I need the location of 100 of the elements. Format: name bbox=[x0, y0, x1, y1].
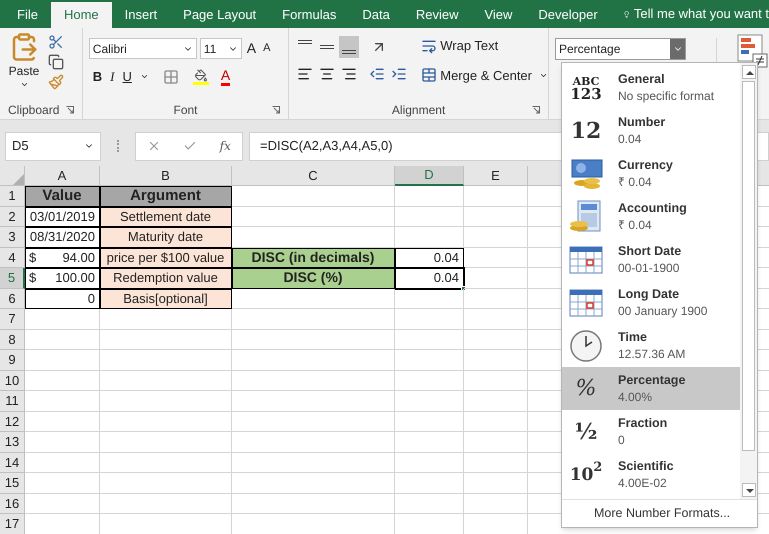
row-header[interactable]: 6 bbox=[0, 288, 25, 309]
name-box[interactable]: D5 bbox=[5, 132, 101, 160]
format-option[interactable]: % Percentage 4.00% bbox=[562, 367, 740, 410]
calendar-icon bbox=[569, 244, 603, 274]
format-example: 12.57.36 AM bbox=[618, 346, 686, 362]
dialog-launcher-icon[interactable] bbox=[272, 106, 280, 114]
increase-indent-icon[interactable] bbox=[391, 66, 408, 82]
row-header[interactable]: 3 bbox=[0, 227, 25, 248]
cut-icon[interactable] bbox=[48, 34, 64, 50]
calendar-icon bbox=[569, 288, 603, 318]
format-name: General bbox=[618, 70, 666, 88]
more-formats-link[interactable]: More Number Formats... bbox=[594, 504, 730, 523]
format-example: 00-01-1900 bbox=[618, 260, 680, 276]
fill-handle[interactable] bbox=[461, 286, 466, 290]
fill-color-icon[interactable] bbox=[192, 68, 209, 85]
bold-button[interactable]: B bbox=[92, 67, 102, 86]
format-name: Time bbox=[618, 328, 648, 346]
row-header[interactable]: 2 bbox=[0, 206, 25, 227]
table-cell: Settlement date bbox=[100, 206, 232, 227]
scroll-down-icon[interactable] bbox=[742, 483, 756, 497]
format-option[interactable]: Short Date 00-01-1900 bbox=[562, 238, 740, 281]
row-header[interactable]: 16 bbox=[0, 494, 25, 514]
borders-icon[interactable] bbox=[162, 68, 179, 85]
shrink-font-button[interactable]: A bbox=[261, 40, 272, 57]
format-option[interactable]: ABC 123 General No specific format bbox=[562, 66, 740, 109]
table-cell bbox=[395, 206, 464, 227]
row-header[interactable]: 9 bbox=[0, 350, 25, 370]
decrease-indent-icon[interactable] bbox=[369, 66, 386, 82]
underline-button[interactable]: U bbox=[122, 67, 132, 86]
row-header[interactable]: 10 bbox=[0, 370, 25, 391]
align-center-icon[interactable] bbox=[319, 66, 336, 82]
row-header[interactable]: 12 bbox=[0, 412, 25, 432]
group-label: Clipboard bbox=[8, 102, 60, 119]
column-header[interactable]: C bbox=[232, 166, 395, 186]
ribbon-tab[interactable]: Home bbox=[50, 2, 112, 28]
ribbon-tab[interactable]: Page Layout bbox=[170, 2, 270, 28]
ribbon-tab[interactable]: View bbox=[471, 2, 526, 28]
row-header[interactable]: 14 bbox=[0, 452, 25, 473]
row-header[interactable]: 1 bbox=[0, 186, 25, 206]
dialog-launcher-icon[interactable] bbox=[532, 106, 540, 114]
abc-123-icon: ABC 123 bbox=[568, 70, 604, 106]
row-header[interactable]: 11 bbox=[0, 391, 25, 412]
format-example: 00 January 1900 bbox=[618, 302, 708, 320]
row-header[interactable]: 15 bbox=[0, 473, 25, 494]
row-header[interactable]: 17 bbox=[0, 514, 25, 534]
table-cell bbox=[395, 370, 464, 391]
column-header[interactable]: D bbox=[395, 166, 464, 186]
align-left-icon[interactable] bbox=[297, 66, 314, 82]
row-header[interactable]: 8 bbox=[0, 330, 25, 350]
ribbon-tab[interactable]: File bbox=[4, 2, 51, 28]
table-cell: 0.04 bbox=[395, 248, 464, 268]
table-cell: Value bbox=[25, 186, 100, 206]
column-header[interactable]: E bbox=[464, 166, 528, 186]
scroll-up-icon[interactable] bbox=[742, 65, 756, 79]
ribbon-tab[interactable]: Formulas bbox=[269, 2, 350, 28]
format-option[interactable]: Time 12.57.36 AM bbox=[562, 324, 740, 367]
format-option[interactable]: 10$^{2}$ Scientific 4.00E-02 bbox=[562, 453, 740, 496]
exponent-icon: 10$^{2}$ bbox=[568, 456, 604, 492]
font-color-button[interactable]: A bbox=[220, 68, 230, 86]
vertical-align-button[interactable] bbox=[339, 36, 360, 58]
paste-button[interactable]: Paste bbox=[6, 32, 42, 101]
format-name: Short Date bbox=[618, 242, 682, 260]
row-header[interactable]: 5 bbox=[0, 268, 25, 288]
wrap-text-button[interactable]: Wrap Text bbox=[421, 36, 548, 56]
format-example: 4.00E-02 bbox=[618, 474, 668, 492]
ribbon-tab[interactable]: Insert bbox=[112, 2, 170, 28]
group-label: Alignment bbox=[392, 102, 446, 119]
caret-icon bbox=[20, 80, 28, 89]
scrollbar[interactable] bbox=[740, 63, 757, 499]
table-cell: DISC (%) bbox=[232, 268, 395, 288]
font-name-field[interactable]: Calibri bbox=[88, 38, 197, 59]
grow-font-button[interactable]: A bbox=[244, 38, 258, 59]
merge-center-button[interactable]: Merge & Center bbox=[421, 66, 548, 85]
format-option[interactable]: Long Date 00 January 1900 bbox=[562, 281, 740, 324]
italic-button[interactable]: I bbox=[110, 67, 115, 86]
ribbon-tab[interactable]: Review bbox=[402, 2, 472, 28]
row-header[interactable]: 4 bbox=[0, 248, 25, 268]
corner-triangle-icon bbox=[12, 173, 24, 185]
table-cell: Basis[optional] bbox=[100, 288, 232, 309]
row-header[interactable]: 7 bbox=[0, 309, 25, 330]
number-format-field[interactable]: Percentage bbox=[555, 38, 686, 60]
row-header[interactable]: 13 bbox=[0, 432, 25, 452]
currency-symbol: $ bbox=[29, 248, 36, 266]
font-size-field[interactable]: 11 bbox=[200, 38, 242, 59]
copy-icon[interactable] bbox=[48, 54, 64, 70]
dialog-launcher-icon[interactable] bbox=[66, 106, 74, 114]
format-name: Long Date bbox=[618, 286, 680, 302]
ribbon-tab[interactable]: Data bbox=[349, 2, 403, 28]
format-option[interactable]: Accounting ₹ 0.04 bbox=[562, 195, 740, 238]
table-cell: 0 bbox=[25, 288, 100, 309]
format-option[interactable]: ½ Fraction 0 bbox=[562, 410, 740, 453]
insert-function-icon[interactable]: fx bbox=[220, 137, 231, 155]
format-example: 0.04 bbox=[618, 130, 642, 148]
ribbon-tab[interactable]: Developer bbox=[525, 2, 611, 28]
merge-cells-icon bbox=[421, 67, 438, 84]
align-lines-icon bbox=[342, 50, 356, 54]
format-example: 4.00% bbox=[618, 388, 654, 406]
align-right-icon[interactable] bbox=[341, 66, 358, 82]
tell-me-search[interactable]: Tell me what you want t bbox=[634, 4, 769, 23]
table-cell bbox=[395, 452, 464, 473]
